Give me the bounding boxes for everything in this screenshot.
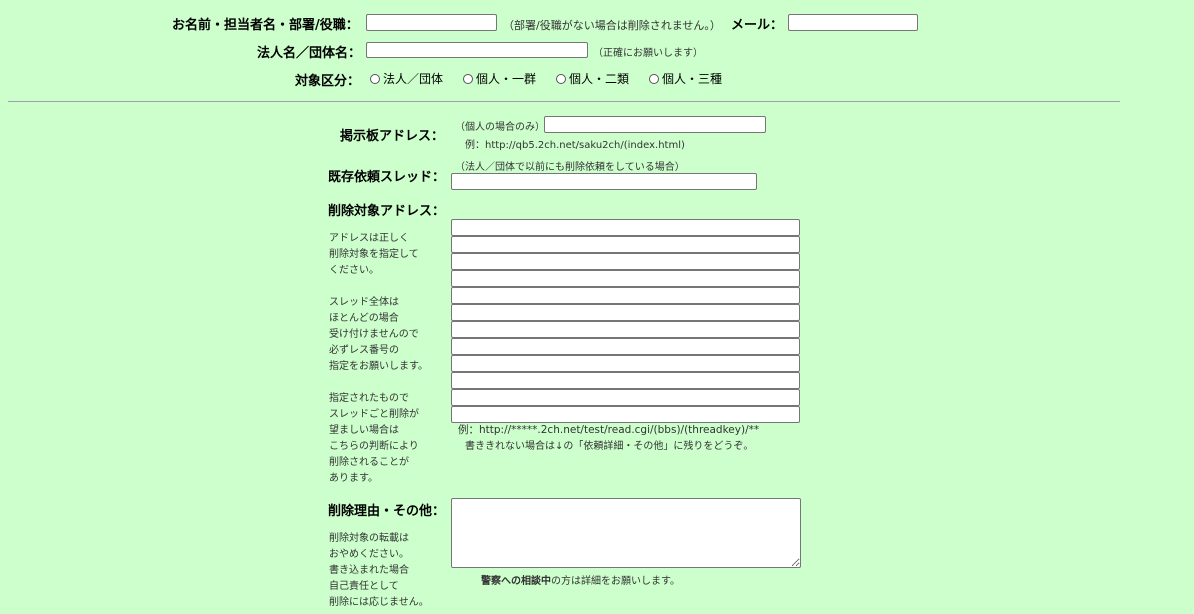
board-label: 掲示板アドレス： (340, 129, 445, 144)
existing-label: 既存依頼スレッド： (328, 170, 446, 185)
existing-note: （法人／団体で以前にも削除依頼をしている場合） (455, 162, 685, 173)
side-line: 書き込まれた場合 (329, 565, 409, 576)
board-input[interactable] (544, 116, 766, 133)
radio-label: 個人・一群 (476, 72, 537, 86)
target-address-input[interactable] (451, 321, 800, 338)
radio-individual-1[interactable]: 個人・一群 (463, 70, 536, 87)
target-address-input[interactable] (451, 219, 800, 236)
radio-label: 個人・三種 (662, 72, 723, 86)
target-address-input[interactable] (451, 355, 800, 372)
side-line: 削除されることが (329, 457, 409, 468)
side-line: おやめください。 (329, 549, 409, 560)
police-note: 警察への相談中の方は詳細をお願いします。 (481, 572, 680, 587)
radio-individual-3[interactable]: 個人・三種 (649, 70, 722, 87)
side-line: スレッドごと削除が (329, 409, 419, 420)
side-line: 望ましい場合は (329, 425, 399, 436)
name-label: お名前・担当者名・部署/役職： (172, 18, 359, 33)
reason-side-notes: 削除対象の転載は おやめください。 書き込まれた場合 自己責任として 削除には応… (329, 531, 429, 611)
target-label: 削除対象アドレス： (328, 204, 446, 219)
target-address-inputs (451, 219, 800, 423)
target-address-input[interactable] (451, 236, 800, 253)
side-line: 削除対象を指定して (329, 249, 419, 260)
divider (8, 101, 1120, 102)
category-radio-group: 法人／団体 個人・一群 個人・二類 個人・三種 (370, 70, 722, 87)
target-address-input[interactable] (451, 372, 800, 389)
side-line: あります。 (329, 473, 378, 484)
name-note: （部署/役職がない場合は削除されません。） (503, 19, 721, 32)
target-address-input[interactable] (451, 338, 800, 355)
side-line: ほとんどの場合 (329, 313, 399, 324)
target-overflow-note: 書ききれない場合は↓の「依頼詳細・その他」に残りをどうぞ。 (465, 441, 754, 452)
police-note-rest: の方は詳細をお願いします。 (551, 576, 680, 587)
target-address-input[interactable] (451, 253, 800, 270)
target-address-input[interactable] (451, 304, 800, 321)
corp-label: 法人名／団体名： (257, 46, 362, 61)
side-line: 削除対象の転載は (329, 533, 409, 544)
mail-input[interactable] (788, 14, 918, 31)
target-address-input[interactable] (451, 406, 800, 423)
target-address-input[interactable] (451, 389, 800, 406)
radio-corp[interactable]: 法人／団体 (370, 70, 443, 87)
police-note-bold: 警察への相談中 (481, 576, 551, 587)
side-line: 受け付けませんので (329, 329, 419, 340)
side-line-blank (329, 279, 428, 295)
side-line-blank (329, 375, 428, 391)
category-label: 対象区分： (295, 74, 361, 89)
radio-circle-icon[interactable] (649, 73, 660, 84)
side-line: 削除には応じません。 (329, 597, 429, 608)
target-example: 例：http://*****.2ch.net/test/read.cgi/(bb… (458, 424, 760, 436)
radio-label: 法人／団体 (383, 72, 444, 86)
side-line: ください。 (329, 265, 379, 276)
board-example: 例：http://qb5.2ch.net/saku2ch/(index.html… (465, 140, 685, 151)
radio-circle-icon[interactable] (463, 73, 474, 84)
radio-circle-icon[interactable] (556, 73, 567, 84)
target-address-input[interactable] (451, 270, 800, 287)
reason-textarea[interactable] (451, 498, 801, 568)
side-line: 自己責任として (329, 581, 399, 592)
board-note: （個人の場合のみ） (455, 122, 545, 133)
name-input[interactable] (366, 14, 497, 31)
existing-input[interactable] (451, 173, 757, 190)
radio-individual-2[interactable]: 個人・二類 (556, 70, 629, 87)
side-line: 必ずレス番号の (329, 345, 399, 356)
mail-label: メール： (731, 18, 784, 33)
target-address-input[interactable] (451, 287, 800, 304)
target-side-notes: アドレスは正しく 削除対象を指定して ください。 スレッド全体は ほとんどの場合… (329, 231, 428, 487)
side-line: 指定をお願いします。 (329, 361, 428, 372)
side-line: アドレスは正しく (329, 233, 409, 244)
side-line: 指定されたもので (329, 393, 409, 404)
corp-input[interactable] (366, 42, 588, 58)
side-line: スレッド全体は (329, 297, 399, 308)
corp-note: （正確にお願いします） (593, 48, 703, 59)
side-line: こちらの判断により (329, 441, 419, 452)
radio-label: 個人・二類 (569, 72, 630, 86)
radio-circle-icon[interactable] (370, 73, 380, 84)
reason-label: 削除理由・その他： (328, 504, 446, 519)
